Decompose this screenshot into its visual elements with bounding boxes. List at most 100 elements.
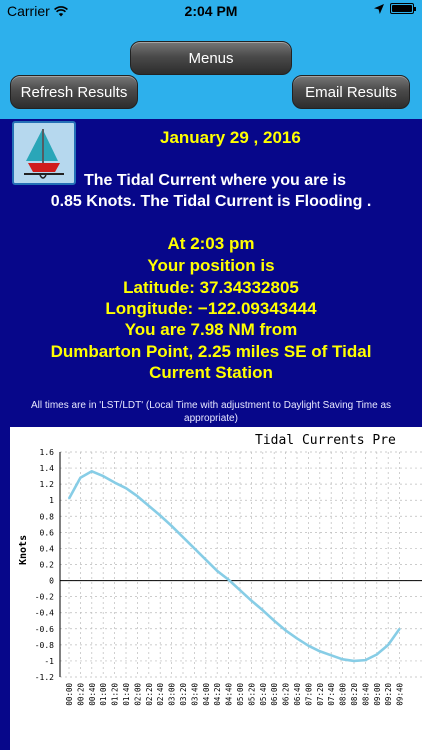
x-tick-label: 07:20 xyxy=(316,683,325,706)
data-point xyxy=(102,475,104,477)
x-tick-label: 07:40 xyxy=(327,683,336,706)
x-tick-label: 02:00 xyxy=(133,683,142,706)
x-tick-label: 09:40 xyxy=(396,683,405,706)
data-point xyxy=(193,547,196,550)
y-tick-label: -0.8 xyxy=(35,641,54,650)
data-point xyxy=(319,650,321,653)
x-tick-label: 08:00 xyxy=(339,683,348,706)
status-time: 2:04 PM xyxy=(184,3,238,19)
x-tick-label: 04:20 xyxy=(213,683,222,706)
timezone-note: All times are in 'LST/LDT' (Local Time w… xyxy=(30,400,392,424)
data-point xyxy=(387,644,390,646)
y-tick-label: -0.2 xyxy=(35,593,54,602)
status-bar: Carrier 2:04 PM xyxy=(0,0,422,22)
data-point xyxy=(136,495,139,497)
data-point xyxy=(125,487,127,489)
x-tick-label: 05:40 xyxy=(259,683,268,706)
y-tick-label: 0.2 xyxy=(40,561,55,570)
y-tick-label: 0.4 xyxy=(40,544,55,553)
sailboat-icon[interactable] xyxy=(12,121,76,185)
longitude: Longitude: −122.09343444 xyxy=(105,299,317,318)
x-tick-label: 06:40 xyxy=(293,683,302,706)
x-tick-label: 03:00 xyxy=(168,683,177,706)
data-point xyxy=(376,653,378,656)
x-tick-label: 04:40 xyxy=(225,683,234,706)
y-tick-label: 0 xyxy=(49,577,54,586)
x-tick-label: 07:00 xyxy=(304,683,313,706)
y-tick-label: -1.2 xyxy=(35,673,54,682)
data-point xyxy=(227,578,230,581)
data-point xyxy=(148,505,150,507)
y-tick-label: 1.2 xyxy=(40,480,55,489)
x-tick-label: 08:40 xyxy=(361,683,370,706)
data-point xyxy=(182,536,184,538)
data-point xyxy=(91,470,93,473)
x-tick-label: 00:20 xyxy=(76,683,85,706)
x-tick-label: 01:40 xyxy=(122,683,131,706)
x-tick-label: 00:40 xyxy=(88,683,97,706)
data-point xyxy=(341,658,344,661)
data-point xyxy=(273,619,276,622)
y-tick-label: 0.8 xyxy=(40,512,55,521)
x-tick-label: 06:20 xyxy=(282,683,291,706)
refresh-results-button[interactable]: Refresh Results xyxy=(10,75,138,109)
x-tick-label: 04:00 xyxy=(202,683,211,706)
series-line xyxy=(67,469,401,663)
data-point xyxy=(296,637,298,640)
data-point xyxy=(113,481,116,484)
distance-text: You are 7.98 NM from xyxy=(124,320,298,339)
data-point xyxy=(205,558,207,561)
data-point xyxy=(68,497,70,500)
station-line2: Current Station xyxy=(149,363,273,382)
current-text-line2: 0.85 Knots. The Tidal Current is Floodin… xyxy=(50,193,372,210)
data-point xyxy=(330,654,333,657)
data-point xyxy=(170,525,173,527)
x-tick-label: 01:00 xyxy=(99,683,108,706)
data-point xyxy=(250,599,253,602)
current-text-line1: The Tidal Current where you are is xyxy=(84,172,346,189)
latitude: Latitude: 37.34332805 xyxy=(123,278,299,297)
y-tick-label: 1 xyxy=(49,496,54,505)
data-point xyxy=(353,660,355,662)
y-tick-label: -0.6 xyxy=(35,625,54,634)
y-tick-label: 1.4 xyxy=(40,464,55,473)
x-tick-label: 02:40 xyxy=(156,683,165,706)
menus-button[interactable]: Menus xyxy=(130,41,292,75)
data-point xyxy=(216,570,218,572)
result-date: January 29 , 2016 xyxy=(160,128,301,147)
x-tick-label: 09:20 xyxy=(384,683,393,706)
data-point xyxy=(364,659,367,661)
data-point xyxy=(262,609,264,612)
x-tick-label: 02:20 xyxy=(145,683,154,706)
x-tick-label: 03:40 xyxy=(190,683,199,706)
data-point xyxy=(239,589,241,592)
location-arrow-icon xyxy=(374,3,384,14)
data-point xyxy=(398,627,401,630)
data-point xyxy=(159,514,161,517)
status-right xyxy=(374,3,416,14)
x-tick-label: 09:00 xyxy=(373,683,382,706)
data-point xyxy=(307,644,310,647)
x-tick-label: 00:00 xyxy=(65,683,74,706)
x-tick-label: 08:20 xyxy=(350,683,359,706)
chart-title: Tidal Currents Pre xyxy=(255,433,396,448)
tidal-chart-svg: Tidal Currents Pre 1.6 1.4 1.2 1 0.8 0.6 0.4 0.2… xyxy=(18,433,422,706)
x-tick-label: 05:00 xyxy=(236,683,245,706)
data-point xyxy=(284,629,287,632)
y-tick-label: -0.4 xyxy=(35,609,54,618)
y-axis-label: Knots xyxy=(18,535,29,565)
y-tick-label: 1.6 xyxy=(40,448,55,457)
email-results-button[interactable]: Email Results xyxy=(292,75,410,109)
tidal-chart: Tidal Currents Pre 1.6 1.4 1.2 1 0.8 0.6 0.4 0.2… xyxy=(10,427,422,750)
x-tick-label: 01:20 xyxy=(111,683,120,706)
position-label: Your position is xyxy=(147,256,275,275)
battery-icon xyxy=(390,3,416,14)
station-line1: Dumbarton Point, 2.25 miles SE of Tidal xyxy=(50,342,372,361)
data-point xyxy=(79,476,82,479)
y-tick-label: 0.6 xyxy=(40,528,55,537)
at-time: At 2:03 pm xyxy=(167,234,255,253)
x-tick-label: 06:00 xyxy=(270,683,279,706)
y-tick-label: -1 xyxy=(44,657,54,666)
x-tick-label: 03:20 xyxy=(179,683,188,706)
x-tick-label: 05:20 xyxy=(247,683,256,706)
